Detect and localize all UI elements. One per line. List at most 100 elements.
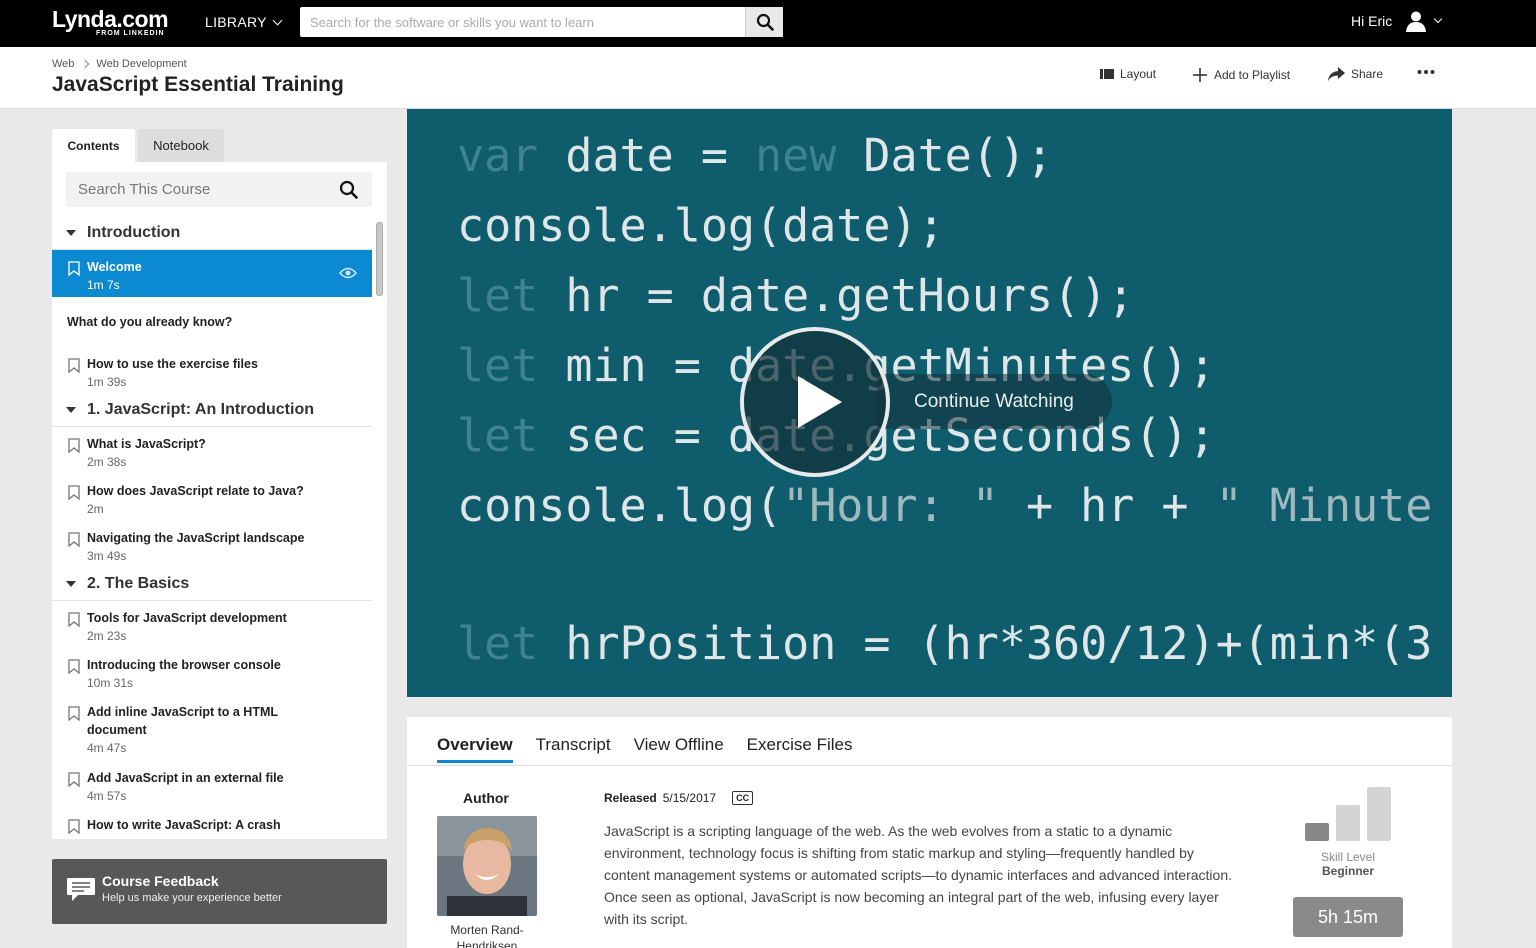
skill-level-label: Skill Level (1320, 850, 1376, 864)
feedback-title: Course Feedback (102, 873, 219, 889)
continue-watching-label[interactable]: Continue Watching (914, 391, 1074, 413)
video-item[interactable]: Tools for JavaScript development 2m 23s (52, 601, 372, 648)
course-duration: 5h 15m (1293, 897, 1403, 937)
released-date: 5/15/2017 (662, 791, 717, 805)
video-item[interactable]: Introducing the browser console 10m 31s (52, 648, 372, 695)
chevron-down-icon (1433, 14, 1443, 24)
video-item[interactable]: Add inline JavaScript to a HTML document… (52, 695, 372, 761)
bookmark-icon[interactable] (68, 659, 80, 674)
author-photo[interactable] (437, 816, 537, 916)
user-avatar-icon (1406, 11, 1426, 32)
lynda-logo[interactable]: Lynda.com FROM LINKEDIN (52, 7, 169, 37)
tab-exercise-files[interactable]: Exercise Files (747, 735, 853, 763)
code-token: Date(); (863, 129, 1054, 182)
play-button[interactable] (740, 327, 890, 477)
toc-scrollbar[interactable] (374, 219, 384, 839)
video-item[interactable]: Add JavaScript in an external file 4m 57… (52, 761, 372, 808)
tab-notebook[interactable]: Notebook (138, 129, 224, 162)
tab-transcript[interactable]: Transcript (536, 735, 611, 763)
scrollbar-thumb[interactable] (376, 222, 383, 296)
share-button[interactable]: Share (1328, 67, 1383, 81)
search-icon[interactable] (339, 180, 358, 199)
code-token: console.log( (457, 479, 783, 532)
video-title: How to write JavaScript: A crash (87, 818, 281, 832)
chapter-heading[interactable]: 1. JavaScript: An Introduction (52, 394, 372, 427)
bookmark-icon[interactable] (68, 772, 80, 787)
video-item-welcome[interactable]: Welcome 1m 7s (52, 250, 372, 297)
bookmark-icon[interactable] (68, 532, 80, 547)
table-of-contents: Introduction Welcome 1m 7s What do you a… (52, 217, 372, 839)
skill-level-value: Beginner (1321, 864, 1374, 878)
quiz-item[interactable]: What do you already know? (52, 297, 372, 347)
video-duration: 4m 47s (87, 741, 127, 755)
code-token: var (457, 129, 566, 182)
video-title: How does JavaScript relate to Java? (87, 484, 304, 498)
top-nav: Lynda.com FROM LINKEDIN LIBRARY Hi Eric (0, 0, 1536, 47)
chapter-heading[interactable]: Introduction (52, 217, 372, 250)
chapter-heading[interactable]: 2. The Basics (52, 568, 372, 601)
video-item[interactable]: Navigating the JavaScript landscape 3m 4… (52, 521, 372, 568)
breadcrumb-web-development[interactable]: Web Development (96, 58, 186, 70)
chat-bubble-icon (67, 878, 95, 901)
chevron-right-icon (81, 59, 90, 69)
tab-overview[interactable]: Overview (437, 735, 513, 763)
bookmark-icon[interactable] (68, 706, 80, 721)
skill-level-bars-icon (1305, 787, 1391, 841)
page-title: JavaScript Essential Training (52, 73, 344, 96)
tab-view-offline[interactable]: View Offline (634, 735, 724, 763)
course-search (66, 172, 372, 207)
global-search-button[interactable] (745, 7, 783, 37)
layout-button[interactable]: Layout (1100, 67, 1156, 81)
user-menu[interactable] (1405, 10, 1443, 32)
video-duration: 10m 31s (87, 676, 134, 690)
video-item[interactable]: How does JavaScript relate to Java? 2m (52, 474, 372, 521)
video-duration: 2m (87, 502, 104, 516)
code-token: hr = date.getHours(); (565, 269, 1135, 322)
video-title: Tools for JavaScript development (87, 611, 287, 625)
global-search-input[interactable] (300, 7, 745, 37)
bookmark-icon[interactable] (68, 612, 80, 627)
author-portrait (437, 816, 537, 916)
more-horizontal-icon (1417, 70, 1435, 74)
bookmark-icon[interactable] (68, 819, 80, 834)
video-item[interactable]: What is JavaScript? 2m 38s (52, 427, 372, 474)
video-title: Add JavaScript in an external file (87, 771, 284, 785)
course-details-panel: Overview Transcript View Offline Exercis… (407, 717, 1452, 948)
course-search-input[interactable] (66, 172, 326, 207)
layout-icon (1100, 69, 1114, 79)
breadcrumb: Web Web Development (52, 58, 187, 70)
skill-level: Skill Level Beginner (1293, 785, 1403, 878)
share-label: Share (1351, 67, 1384, 81)
bookmark-icon[interactable] (68, 261, 80, 276)
more-options-button[interactable] (1417, 69, 1435, 75)
video-player[interactable]: var date = new Date(); console.log(date);… (407, 109, 1452, 697)
code-token: let (457, 269, 566, 322)
video-item[interactable]: How to write JavaScript: A crash (52, 808, 372, 839)
chevron-down-icon (272, 15, 283, 25)
library-menu[interactable]: LIBRARY (205, 14, 283, 30)
user-greeting: Hi Eric (1351, 13, 1393, 29)
author-name[interactable]: Morten Rand-Hendriksen (447, 922, 527, 948)
code-token: "Hour: " (782, 479, 999, 532)
video-title: Add inline JavaScript to a HTML document (87, 705, 278, 737)
bookmark-icon[interactable] (68, 485, 80, 500)
course-contents-panel: Introduction Welcome 1m 7s What do you a… (52, 162, 387, 839)
bookmark-icon[interactable] (68, 358, 80, 373)
code-line: console.log(date); (457, 199, 945, 252)
code-token: let (457, 617, 566, 670)
code-line: var date = new Date(); (457, 129, 1053, 182)
tab-contents[interactable]: Contents (52, 129, 135, 162)
add-to-playlist-button[interactable]: Add to Playlist (1192, 67, 1290, 83)
video-title: Navigating the JavaScript landscape (87, 531, 305, 545)
code-token: " Minute (1215, 479, 1433, 532)
caret-down-icon (66, 407, 76, 413)
course-description: JavaScript is a scripting language of th… (604, 823, 1232, 927)
released-label: Released (604, 791, 657, 805)
breadcrumb-web[interactable]: Web (52, 58, 74, 70)
code-token: let (457, 339, 566, 392)
video-item[interactable]: How to use the exercise files 1m 39s (52, 347, 372, 394)
course-feedback-button[interactable]: Course Feedback Help us make your experi… (52, 859, 387, 924)
bookmark-icon[interactable] (68, 438, 80, 453)
video-duration: 4m 57s (87, 789, 127, 803)
eye-icon (339, 267, 357, 279)
